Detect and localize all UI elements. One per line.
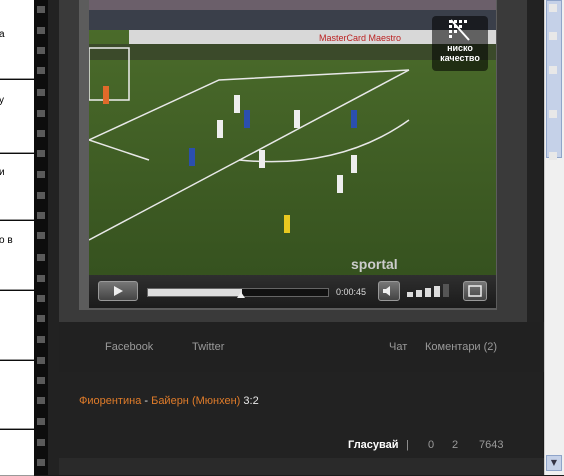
volume-slider[interactable] bbox=[407, 284, 452, 298]
sprocket-hole bbox=[37, 397, 45, 404]
sprocket-hole bbox=[37, 27, 45, 34]
film-item[interactable]: у bbox=[0, 80, 34, 153]
sprocket-hole bbox=[37, 459, 45, 466]
team2-link[interactable]: Байерн (Мюнхен) bbox=[151, 395, 240, 407]
sprocket-hole bbox=[37, 275, 45, 282]
sprocket-hole bbox=[37, 130, 45, 137]
low-quality-icon bbox=[449, 19, 470, 41]
speaker-icon bbox=[383, 286, 390, 296]
play-icon bbox=[114, 286, 123, 296]
sportal-watermark: sportal bbox=[351, 256, 398, 272]
fullscreen-button[interactable] bbox=[463, 281, 487, 301]
sprocket-hole bbox=[37, 336, 45, 343]
film-item-label: о в bbox=[0, 235, 13, 246]
film-item[interactable] bbox=[0, 430, 34, 476]
sprocket-hole bbox=[37, 6, 45, 13]
ad-banner-text: MasterCard Maestro bbox=[319, 33, 401, 43]
film-item-label: а bbox=[0, 29, 5, 40]
film-item[interactable] bbox=[0, 291, 34, 360]
vote-separator: | bbox=[406, 439, 409, 451]
sprocket-hole bbox=[37, 67, 45, 74]
film-item-label: и bbox=[0, 167, 5, 178]
team1-link[interactable]: Фиорентина bbox=[79, 395, 141, 407]
scrollbar-tick bbox=[549, 32, 557, 40]
mute-button[interactable] bbox=[378, 281, 400, 301]
comments-link[interactable]: Коментари (2) bbox=[425, 341, 497, 353]
vote-button[interactable]: Гласувай bbox=[348, 439, 399, 451]
vote-count-3: 7643 bbox=[479, 439, 504, 451]
player-controls: 0:00:45 bbox=[89, 275, 496, 308]
film-item-label: у bbox=[0, 95, 4, 106]
facebook-link[interactable]: Facebook bbox=[105, 341, 153, 353]
film-item[interactable]: и bbox=[0, 154, 34, 220]
scrollbar-tick bbox=[549, 4, 557, 12]
seek-handle[interactable] bbox=[236, 292, 245, 298]
sprocket-hole bbox=[37, 171, 45, 178]
film-item[interactable] bbox=[0, 361, 34, 429]
bottom-divider bbox=[59, 458, 544, 475]
quality-label-line2: качество bbox=[440, 53, 480, 63]
sprocket-hole bbox=[37, 295, 45, 302]
match-score: 3:2 bbox=[243, 395, 259, 407]
sprocket-hole bbox=[37, 47, 45, 54]
match-separator: - bbox=[141, 395, 152, 407]
sprocket-hole bbox=[37, 192, 45, 199]
scrollbar-tick bbox=[549, 152, 557, 160]
time-display: 0:00:45 bbox=[336, 287, 367, 297]
film-strip: а у и о в bbox=[0, 0, 48, 476]
sprocket-hole bbox=[37, 150, 45, 157]
fullscreen-icon bbox=[468, 285, 482, 297]
quality-toggle[interactable]: ниско качество bbox=[432, 16, 488, 71]
sprocket-hole bbox=[37, 418, 45, 425]
scrollbar-tick bbox=[549, 110, 557, 118]
sprocket-hole bbox=[37, 315, 45, 322]
sprocket-hole bbox=[37, 377, 45, 384]
scroll-down-icon[interactable]: ▼ bbox=[546, 455, 562, 471]
sprocket-hole bbox=[37, 212, 45, 219]
vote-count-2: 2 bbox=[452, 439, 459, 451]
sprocket-hole bbox=[37, 110, 45, 117]
play-button[interactable] bbox=[98, 281, 138, 301]
sprocket-hole bbox=[37, 254, 45, 261]
sprocket-hole bbox=[37, 357, 45, 364]
sprocket-hole bbox=[37, 439, 45, 446]
scrollbar-thumb[interactable] bbox=[546, 0, 562, 158]
chat-link[interactable]: Чат bbox=[389, 341, 407, 353]
vote-count-1: 0 bbox=[428, 439, 435, 451]
film-item[interactable]: о в bbox=[0, 221, 34, 290]
sprocket-hole bbox=[37, 232, 45, 239]
quality-label-line1: ниско bbox=[447, 43, 473, 53]
film-item[interactable]: а bbox=[0, 0, 34, 79]
scrollbar-tick bbox=[549, 66, 557, 74]
sprocket-hole bbox=[37, 89, 45, 96]
seek-progress bbox=[148, 289, 242, 296]
twitter-link[interactable]: Twitter bbox=[192, 341, 224, 353]
match-title: Фиорентина - Байерн (Мюнхен) 3:2 bbox=[79, 395, 259, 407]
